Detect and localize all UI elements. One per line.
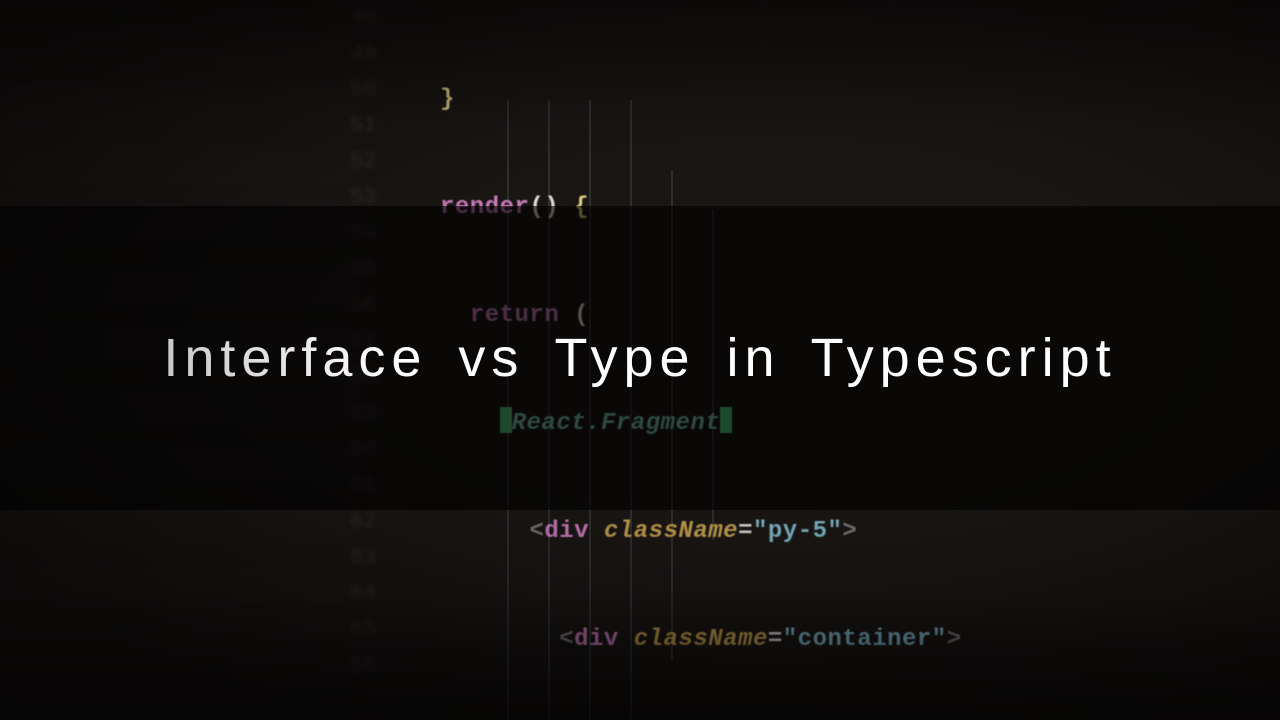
line-number: 64 bbox=[350, 576, 376, 612]
hero-title: Interface vs Type in Typescript bbox=[163, 327, 1116, 389]
title-overlay-band: Interface vs Type in Typescript bbox=[0, 206, 1280, 510]
line-number: 52 bbox=[350, 144, 376, 180]
line-number: 66 bbox=[350, 648, 376, 684]
line-number: 50 bbox=[350, 72, 376, 108]
line-number: 49 bbox=[350, 36, 376, 72]
line-number: 65 bbox=[350, 612, 376, 648]
line-number: 51 bbox=[350, 108, 376, 144]
line-number: 48 bbox=[350, 0, 376, 36]
line-number: 63 bbox=[350, 540, 376, 576]
